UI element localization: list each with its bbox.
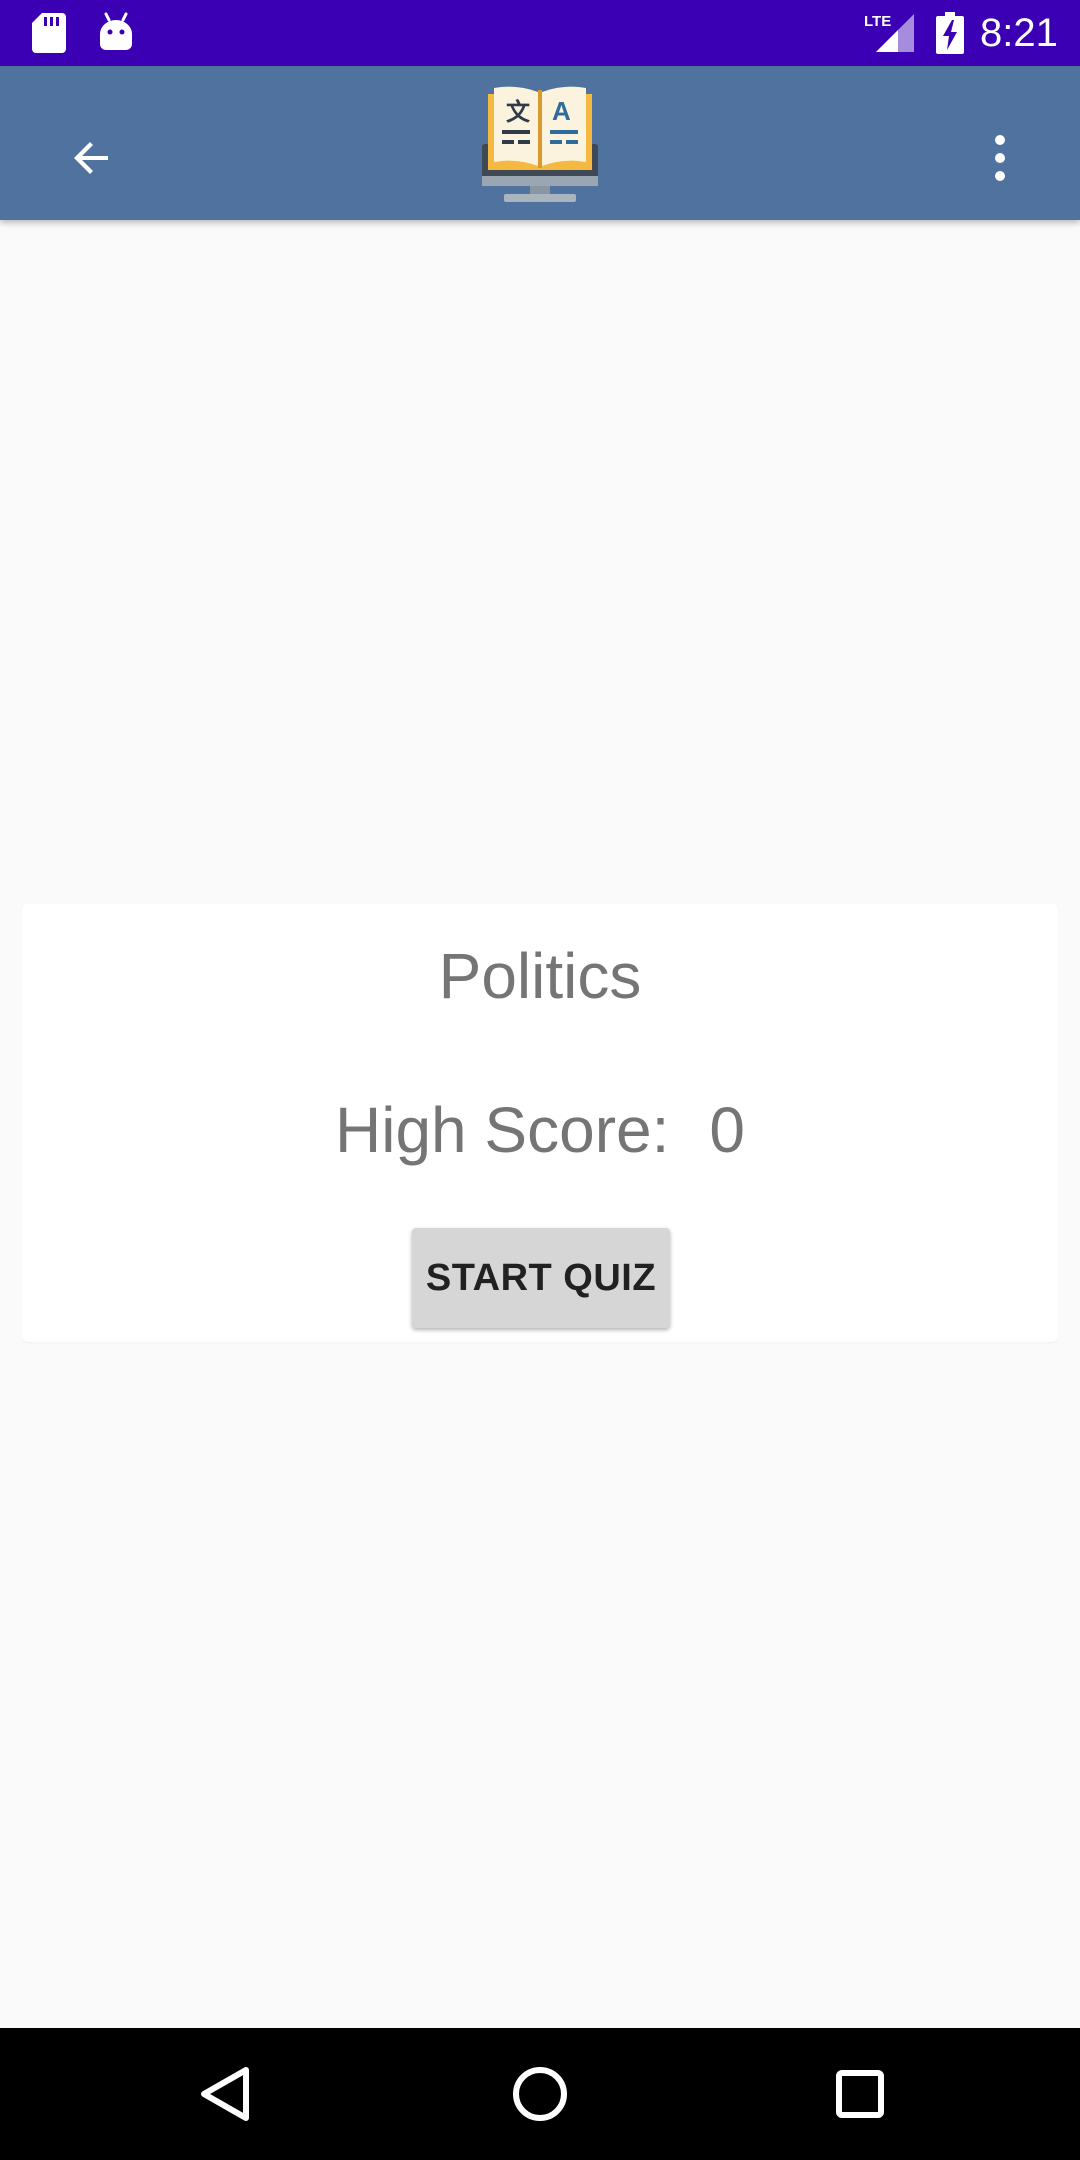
nav-back-icon [201,2067,249,2121]
svg-text:文: 文 [506,98,531,126]
android-icon [98,12,134,57]
status-bar: LTE 8:21 [0,0,1080,66]
status-time: 8:21 [980,11,1058,55]
app-logo: 文 A [480,82,600,206]
nav-recents-button[interactable] [816,2050,904,2138]
lte-signal-icon: LTE [864,12,916,59]
nav-home-button[interactable] [496,2050,584,2138]
nav-home-icon [513,2067,567,2121]
start-quiz-button[interactable]: START QUIZ [412,1228,670,1328]
arrow-back-icon [74,142,108,174]
quiz-category-title: Politics [438,940,642,1012]
dictionary-monitor-icon: 文 A [482,86,598,202]
system-nav-bar [0,2028,1080,2160]
high-score-label: High Score: [335,1094,670,1166]
high-score-row: High Score: 0 [22,1090,1058,1170]
sd-card-icon [32,13,66,58]
nav-back-button[interactable] [180,2050,268,2138]
nav-recents-icon [836,2070,884,2118]
network-label: LTE [864,13,891,30]
svg-text:A: A [552,96,571,126]
app-bar: 文 A [0,66,1080,220]
high-score-value: 0 [709,1094,745,1166]
overflow-menu-button[interactable] [952,110,1048,206]
back-button[interactable] [44,110,140,206]
battery-charging-icon [936,12,964,59]
quiz-card: Politics High Score: 0 START QUIZ [22,904,1058,1342]
more-vert-icon [995,135,1005,181]
